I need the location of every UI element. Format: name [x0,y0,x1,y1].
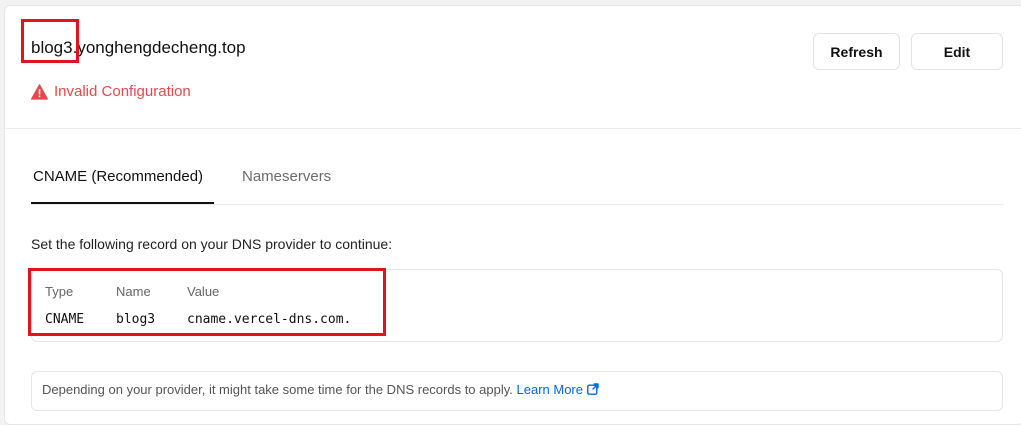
column-header-name: Name [116,284,151,299]
dns-record-table: Type Name Value CNAME blog3 cname.vercel… [31,269,1003,342]
status-badge: Invalid Configuration [31,83,191,100]
domain-name: blog3.yonghengdecheng.top [31,38,246,57]
edit-button[interactable]: Edit [911,33,1003,70]
warning-icon [31,83,48,100]
status-text: Invalid Configuration [54,83,191,100]
refresh-button[interactable]: Refresh [813,33,900,70]
note-text-line: Depending on your provider, it might tak… [42,382,599,397]
note-text: Depending on your provider, it might tak… [42,382,513,397]
dns-instructions: Set the following record on your DNS pro… [31,236,393,252]
record-value-value: cname.vercel-dns.com. [187,312,352,327]
active-tab-indicator [31,202,214,204]
record-name-value: blog3 [116,312,156,327]
propagation-note: Depending on your provider, it might tak… [31,371,1003,411]
learn-more-link[interactable]: Learn More [517,382,599,397]
tab-cname[interactable]: CNAME (Recommended) [33,168,203,185]
column-header-value: Value [187,284,220,299]
record-type-tabs: CNAME (Recommended) Nameservers [31,156,1004,205]
learn-more-label[interactable]: Learn More [517,382,583,397]
domain-header: blog3.yonghengdecheng.top Invalid Config… [5,6,1021,129]
domain-card: blog3.yonghengdecheng.top Invalid Config… [4,5,1021,425]
external-link-icon [587,383,599,395]
record-type-value: CNAME [45,312,85,327]
column-header-type: Type [45,284,74,299]
tab-nameservers[interactable]: Nameservers [242,168,331,185]
